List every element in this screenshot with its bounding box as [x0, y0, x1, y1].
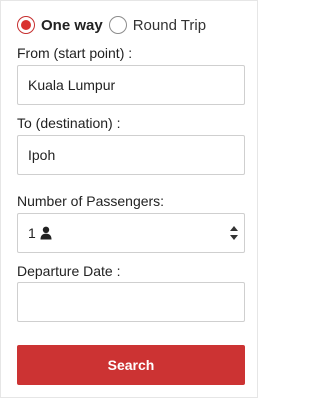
from-label: From (start point) :	[17, 45, 133, 61]
to-input[interactable]	[17, 135, 245, 175]
round-trip-label[interactable]: Round Trip	[133, 17, 206, 34]
trip-type-selector: One way Round Trip	[17, 13, 206, 37]
booking-form: One way Round Trip From (start point) : …	[0, 0, 258, 398]
passengers-select[interactable]: 1	[17, 213, 245, 253]
passengers-value: 1	[28, 225, 36, 241]
person-icon	[40, 226, 52, 240]
one-way-label[interactable]: One way	[41, 17, 103, 34]
search-button[interactable]: Search	[17, 345, 245, 385]
departure-date-input[interactable]	[17, 282, 245, 322]
departure-date-label: Departure Date :	[17, 263, 121, 279]
select-arrows-icon	[230, 226, 238, 240]
passengers-label: Number of Passengers:	[17, 193, 165, 209]
round-trip-radio[interactable]	[108, 16, 127, 34]
one-way-option[interactable]: One way	[17, 16, 103, 34]
to-label: To (destination) :	[17, 115, 121, 131]
round-trip-option[interactable]: Round Trip	[108, 16, 206, 34]
one-way-radio[interactable]	[17, 16, 35, 34]
from-input[interactable]	[17, 65, 245, 105]
